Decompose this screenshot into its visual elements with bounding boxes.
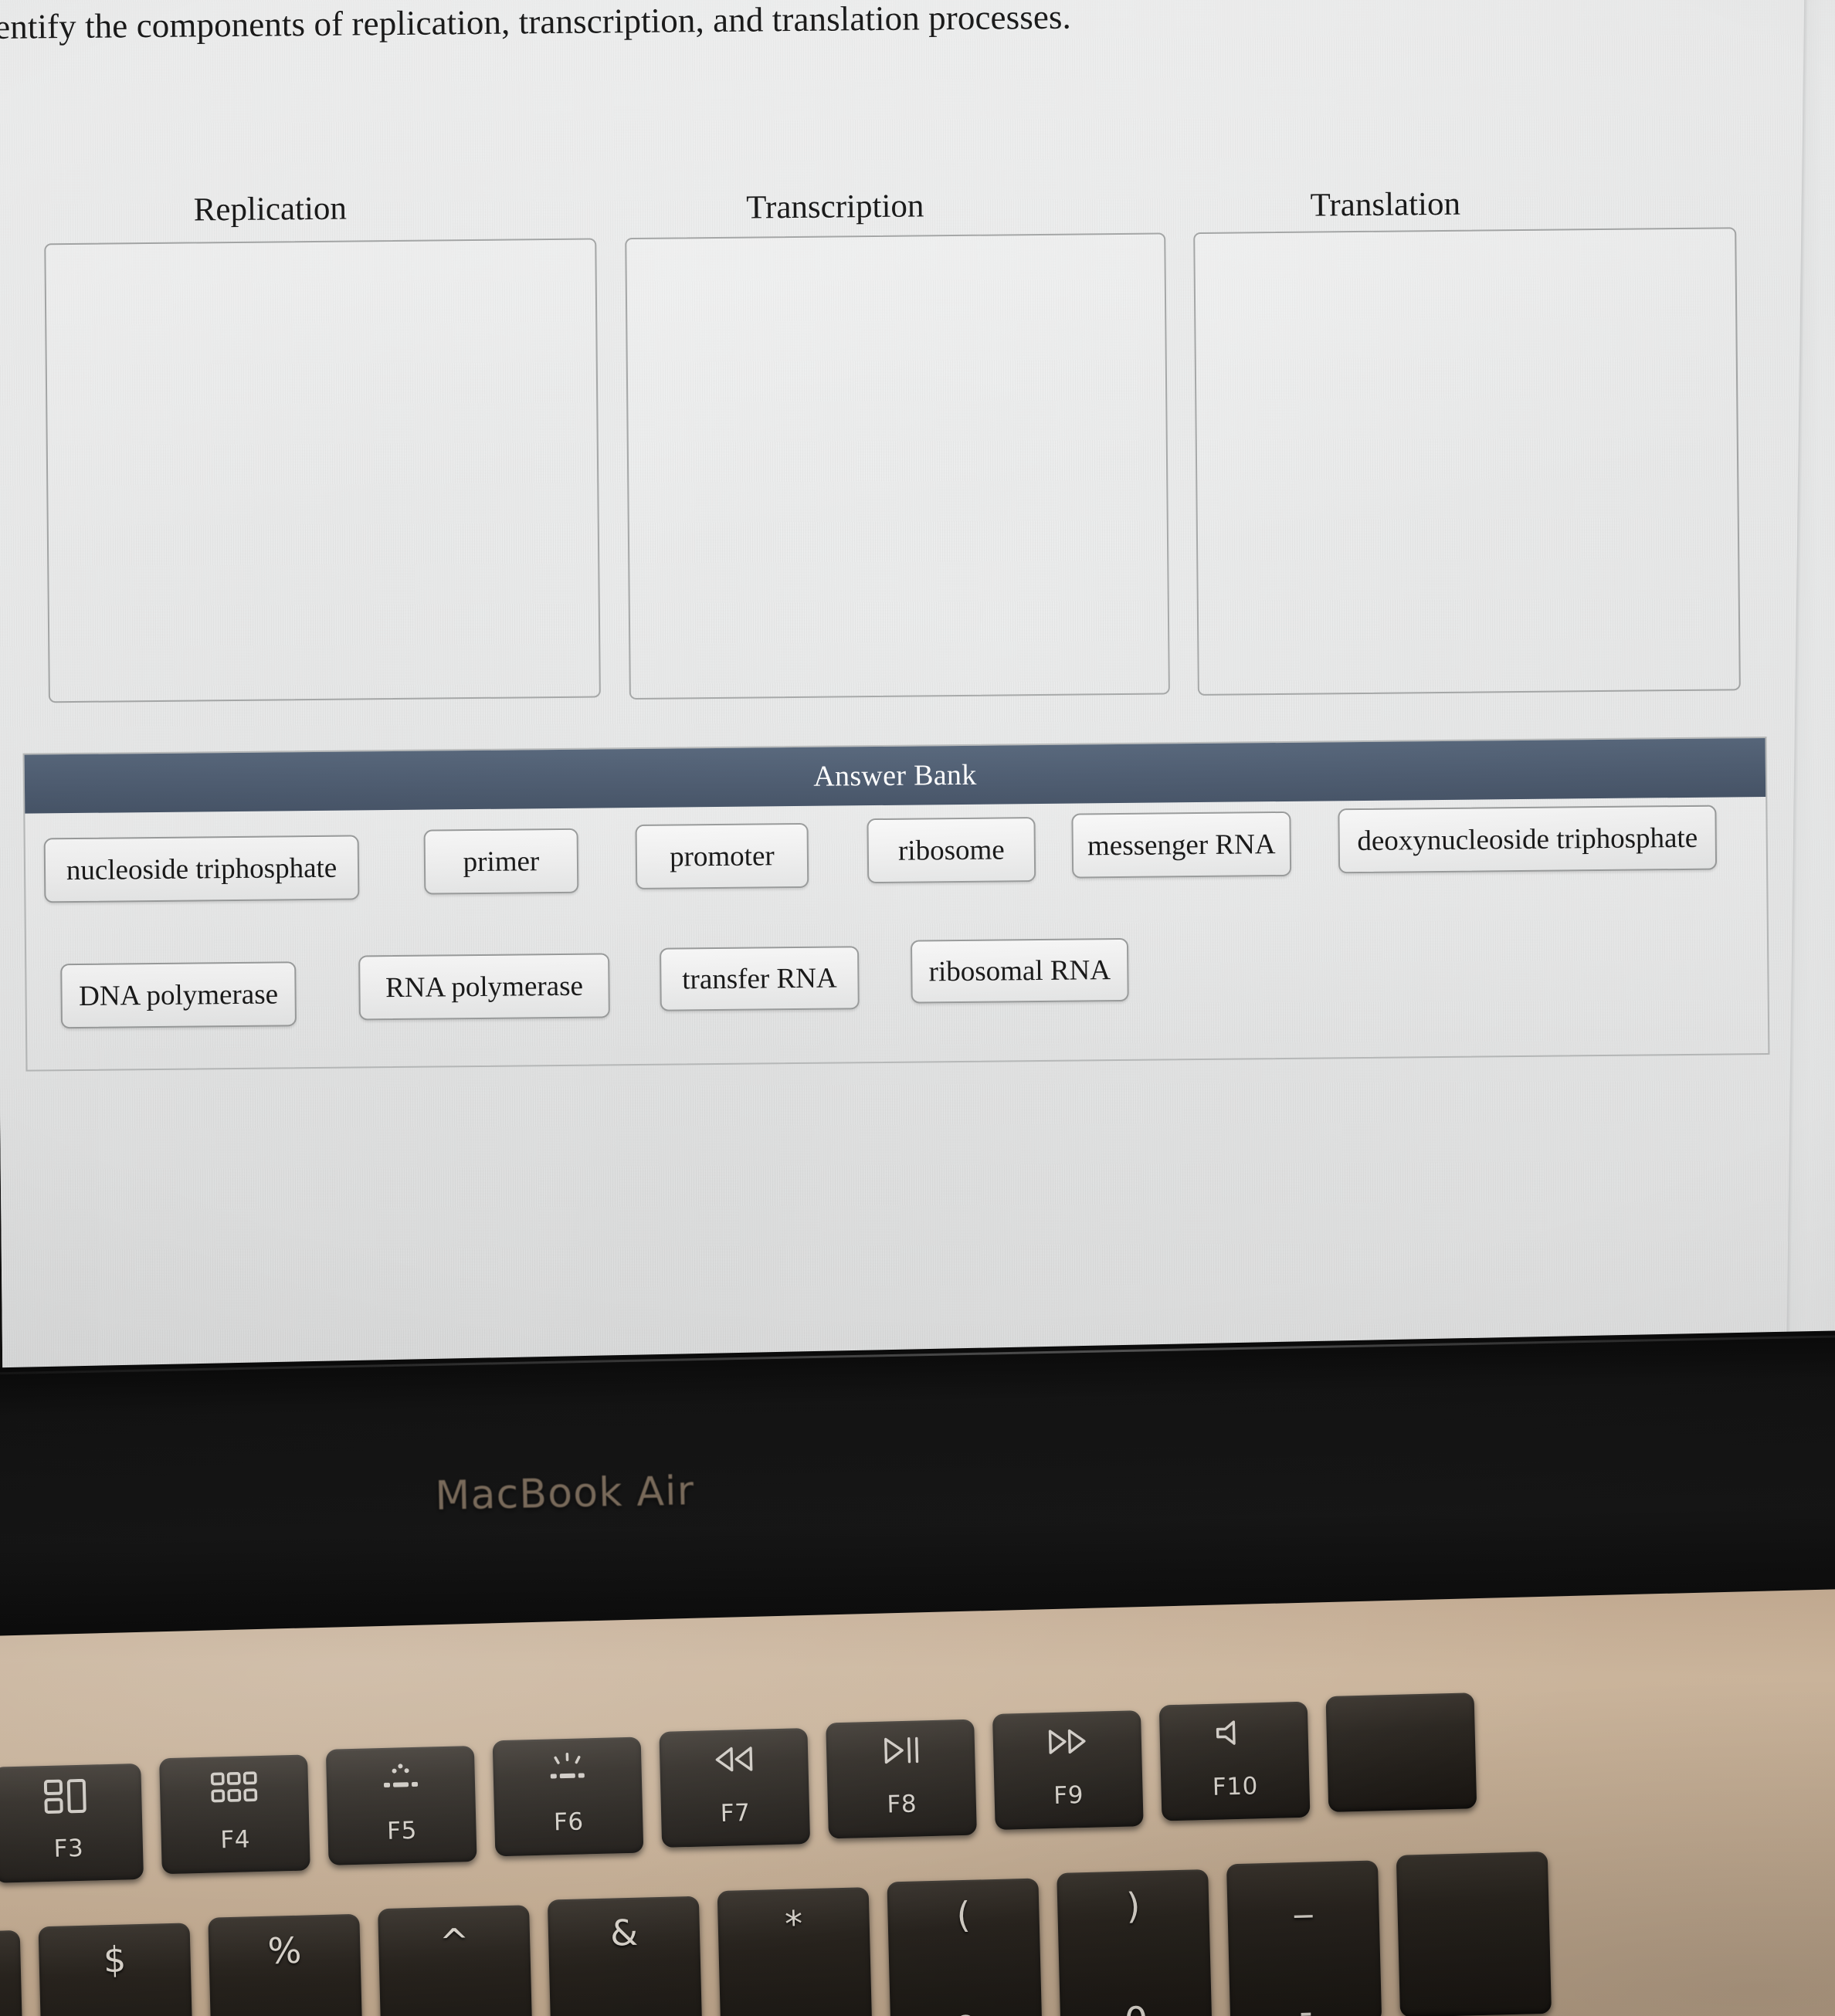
key-f6[interactable]: F6 xyxy=(492,1736,644,1857)
photo-scene: dentify the components of replication, t… xyxy=(0,0,1835,2016)
key-4-symbol: $ xyxy=(103,1938,127,1981)
category-header-transcription: Transcription xyxy=(746,188,924,226)
key-f10-label: F10 xyxy=(1212,1772,1259,1801)
key-f4-label: F4 xyxy=(219,1825,251,1855)
key-4[interactable]: $ 4 xyxy=(38,1923,194,2016)
mission-control-icon xyxy=(0,1777,142,1817)
key-6-symbol: ^ xyxy=(439,1920,470,1963)
question-prompt: dentify the components of replication, t… xyxy=(0,0,1072,47)
key-f9-label: F9 xyxy=(1053,1781,1084,1811)
answer-chip-messenger-rna[interactable]: messenger RNA xyxy=(1071,811,1292,879)
rewind-icon-svg xyxy=(715,1747,753,1772)
key-f8-label: F8 xyxy=(887,1790,918,1819)
key-f4[interactable]: F4 xyxy=(159,1754,310,1875)
key-0-symbol: ) xyxy=(1125,1885,1141,1927)
answer-chip-transfer-rna[interactable]: transfer RNA xyxy=(660,946,860,1011)
laptop-screen: dentify the components of replication, t… xyxy=(0,0,1835,1396)
key-f5-label: F5 xyxy=(386,1816,418,1845)
answer-bank-panel: Answer Bank nucleoside triphosphate prim… xyxy=(22,736,1770,1072)
quiz-document: dentify the components of replication, t… xyxy=(0,0,1835,1365)
key-f9[interactable]: F9 xyxy=(992,1710,1144,1830)
key-0[interactable]: ) 0 xyxy=(1057,1869,1213,2016)
key-f8[interactable]: F8 xyxy=(826,1719,977,1839)
category-header-replication: Replication xyxy=(193,190,348,229)
key-7[interactable]: & 7 xyxy=(547,1896,704,2016)
answer-chip-deoxynucleoside-triphosphate[interactable]: deoxynucleoside triphosphate xyxy=(1338,805,1718,874)
keyboard-brightness-down-icon-svg xyxy=(384,1764,419,1787)
rewind-icon xyxy=(660,1742,809,1777)
key-8-symbol: * xyxy=(784,1902,803,1945)
key-f3[interactable]: F3 xyxy=(0,1763,144,1883)
key-f7-label: F7 xyxy=(720,1798,751,1828)
translation-dropzone[interactable] xyxy=(1193,227,1741,696)
answer-chip-ribosome[interactable]: ribosome xyxy=(867,817,1036,884)
key-equals-partial[interactable] xyxy=(1396,1851,1552,2016)
fast-forward-icon-svg xyxy=(1048,1729,1086,1754)
answer-chip-primer[interactable]: primer xyxy=(423,828,579,895)
key-f5[interactable]: F5 xyxy=(325,1745,477,1865)
key-9-digit: 9 xyxy=(890,2008,1043,2016)
key-5-symbol: % xyxy=(266,1929,302,1972)
keyboard-brightness-down-icon xyxy=(326,1760,475,1797)
answer-chip-rna-polymerase[interactable]: RNA polymerase xyxy=(358,953,610,1021)
mute-icon xyxy=(1159,1716,1308,1750)
answer-chip-nucleoside-triphosphate[interactable]: nucleoside triphosphate xyxy=(43,835,360,903)
key-7-symbol: & xyxy=(609,1911,639,1954)
key-minus-symbol: _ xyxy=(1293,1875,1313,1919)
answer-chip-ribosomal-rna[interactable]: ribosomal RNA xyxy=(910,937,1129,1004)
key-9-symbol: ( xyxy=(955,1893,972,1936)
keyboard-brightness-up-icon-svg xyxy=(550,1752,585,1779)
launchpad-icon xyxy=(160,1768,309,1806)
key-3-partial[interactable] xyxy=(0,1930,24,2016)
key-8[interactable]: * 8 xyxy=(717,1887,873,2016)
launchpad-icon-svg xyxy=(210,1771,258,1803)
answer-bank-body: nucleoside triphosphate primer promoter … xyxy=(25,797,1768,1070)
answer-bank-title-label: Answer Bank xyxy=(813,758,977,793)
key-f11-partial[interactable] xyxy=(1325,1692,1477,1813)
key-minus-digit: - xyxy=(1298,1990,1314,2016)
mission-control-icon-svg xyxy=(43,1778,86,1814)
mute-icon-svg xyxy=(1216,1720,1236,1745)
fast-forward-icon xyxy=(992,1724,1141,1759)
key-f10[interactable]: F10 xyxy=(1158,1701,1311,1821)
key-5[interactable]: % 5 xyxy=(208,1913,364,2016)
key-minus[interactable]: _ - xyxy=(1226,1860,1382,2016)
key-9[interactable]: ( 9 xyxy=(887,1878,1043,2016)
key-f7[interactable]: F7 xyxy=(659,1728,811,1848)
keyboard-deck: F3 F4 F5 F6 F7 F8 F9 F10 $ % ^ & * () _… xyxy=(0,1587,1835,2016)
replication-dropzone[interactable] xyxy=(44,238,601,703)
macbook-air-branding: MacBook Air xyxy=(434,1468,695,1520)
keyboard-brightness-up-icon xyxy=(493,1751,642,1789)
key-0-digit: 0 xyxy=(1060,1999,1213,2016)
play-pause-icon-svg xyxy=(884,1736,919,1764)
key-f3-label: F3 xyxy=(53,1834,84,1863)
answer-chip-dna-polymerase[interactable]: DNA polymerase xyxy=(60,961,297,1029)
play-pause-icon xyxy=(826,1733,975,1768)
key-f6-label: F6 xyxy=(553,1808,585,1837)
key-6[interactable]: ^ 6 xyxy=(378,1905,534,2016)
transcription-dropzone[interactable] xyxy=(625,232,1170,700)
answer-chip-promoter[interactable]: promoter xyxy=(635,822,809,890)
category-header-translation: Translation xyxy=(1310,185,1461,224)
